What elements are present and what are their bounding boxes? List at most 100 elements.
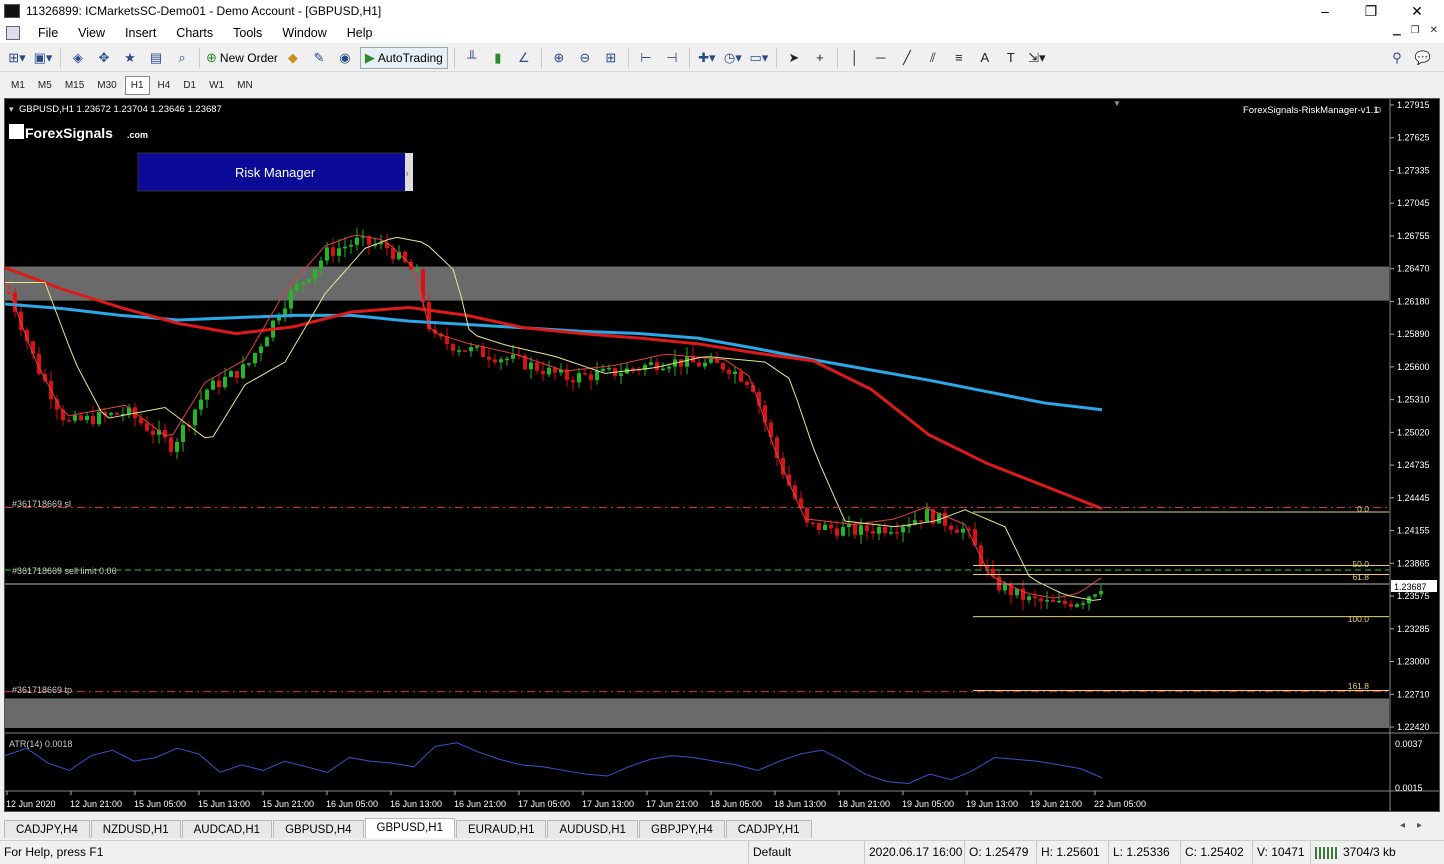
- gold-icon[interactable]: ◆: [282, 47, 304, 69]
- menu-bar: File View Insert Charts Tools Window Hel…: [0, 22, 1444, 43]
- candle-body: [739, 371, 743, 382]
- price-tick-label: 1.24155: [1397, 526, 1430, 536]
- terminal-icon[interactable]: ▤: [145, 47, 167, 69]
- fib-label-0: 0.0: [1357, 504, 1369, 514]
- mdi-minimize-icon[interactable]: ▁: [1393, 25, 1401, 36]
- timeframe-m15[interactable]: M15: [60, 77, 89, 94]
- tile-windows-icon[interactable]: ⊞: [600, 47, 622, 69]
- strategy-tester-icon[interactable]: ⌕: [171, 47, 193, 69]
- tab-gbpusd-h4[interactable]: GBPUSD,H4: [273, 820, 364, 838]
- menu-insert[interactable]: Insert: [115, 26, 166, 40]
- arrows-icon[interactable]: ⇲▾: [1026, 47, 1048, 69]
- bar-chart-icon[interactable]: ╨: [461, 47, 483, 69]
- candle-body: [85, 415, 89, 421]
- new-order-button[interactable]: ⊕ New Order: [206, 47, 278, 69]
- candle-body: [547, 367, 551, 375]
- search-icon[interactable]: ⚲: [1386, 47, 1408, 69]
- timeframe-h1[interactable]: H1: [124, 75, 150, 95]
- timeframe-h4[interactable]: H4: [153, 77, 176, 94]
- chart-shift-icon[interactable]: ⊢: [635, 47, 657, 69]
- risk-manager-button[interactable]: Risk Manager ›: [137, 152, 413, 192]
- horizontal-line-icon[interactable]: ─: [870, 47, 892, 69]
- candlestick-icon[interactable]: ▮: [487, 47, 509, 69]
- candle-body: [709, 358, 713, 363]
- signals-icon[interactable]: ◉: [334, 47, 356, 69]
- zoom-in-icon[interactable]: ⊕: [548, 47, 570, 69]
- data-window-icon[interactable]: ✥: [93, 47, 115, 69]
- price-tick-label: 1.22420: [1397, 722, 1430, 732]
- tab-scroll-icon[interactable]: ◂▸: [1400, 820, 1434, 831]
- toolbar-separator: [453, 47, 455, 68]
- timeframe-m5[interactable]: M5: [33, 77, 57, 94]
- timeframe-m30[interactable]: M30: [92, 77, 121, 94]
- tab-gbpjpy-h4[interactable]: GBPJPY,H4: [638, 820, 725, 838]
- autotrading-label: AutoTrading: [377, 50, 443, 65]
- chart-window[interactable]: 1.27915 1.27625 1.27335 1.27045 1.26755 1.264…: [4, 98, 1440, 812]
- close-button[interactable]: ✕: [1394, 0, 1440, 22]
- toolbar-separator: [627, 47, 629, 68]
- menu-view[interactable]: View: [68, 26, 115, 40]
- time-tick-label: 18 Jun 05:00: [710, 799, 762, 809]
- maximize-button[interactable]: ❐: [1348, 0, 1394, 22]
- candle-body: [1021, 588, 1025, 601]
- atr-layer: [4, 742, 1103, 784]
- menu-help[interactable]: Help: [337, 26, 383, 40]
- tab-cadjpy-h1[interactable]: CADJPY,H1: [725, 820, 812, 838]
- price-tick-label: 1.22710: [1397, 689, 1430, 699]
- candle-body: [247, 363, 251, 365]
- market-watch-icon[interactable]: ◈: [67, 47, 89, 69]
- mdi-restore-icon[interactable]: ❐: [1411, 25, 1420, 36]
- tab-nzdusd-h1[interactable]: NZDUSD,H1: [90, 820, 181, 838]
- status-datetime: 2020.06.17 16:00: [864, 841, 964, 864]
- profiles-icon[interactable]: ▣▾: [32, 47, 54, 69]
- tab-gbpusd-h1[interactable]: GBPUSD,H1: [364, 818, 456, 838]
- status-volume: V: 10471: [1252, 841, 1310, 864]
- timeframe-d1[interactable]: D1: [178, 77, 201, 94]
- cursor-icon[interactable]: ➤: [783, 47, 805, 69]
- new-chart-icon[interactable]: ⊞▾: [6, 47, 28, 69]
- mdi-close-icon[interactable]: ✕: [1430, 25, 1438, 36]
- line-chart-icon[interactable]: ∠: [513, 47, 535, 69]
- trendline-icon[interactable]: ╱: [896, 47, 918, 69]
- chart-menu-arrow-icon[interactable]: ▾: [9, 104, 14, 114]
- equidistant-channel-icon[interactable]: ⫽: [922, 47, 944, 69]
- tab-audusd-h1[interactable]: AUDUSD,H1: [547, 820, 638, 838]
- timeframe-m1[interactable]: M1: [6, 77, 30, 94]
- indicators-icon[interactable]: ✚▾: [696, 47, 718, 69]
- text-icon[interactable]: A: [974, 47, 996, 69]
- status-connection[interactable]: 3704/3 kb: [1310, 841, 1444, 864]
- chat-icon[interactable]: 💬: [1412, 47, 1434, 69]
- candle-body: [655, 362, 659, 370]
- autoscroll-icon[interactable]: ⊣: [661, 47, 683, 69]
- smiley-icon: ☺: [1373, 105, 1383, 116]
- candle-body: [667, 366, 671, 369]
- timeframe-mn[interactable]: MN: [232, 77, 258, 94]
- tab-audcad-h1[interactable]: AUDCAD,H1: [181, 820, 273, 838]
- text-label-icon[interactable]: T: [1000, 47, 1022, 69]
- menu-window[interactable]: Window: [272, 26, 336, 40]
- minimize-button[interactable]: –: [1302, 0, 1348, 22]
- tab-euraud-h1[interactable]: EURAUD,H1: [456, 820, 547, 838]
- candle-body: [91, 415, 95, 425]
- menu-charts[interactable]: Charts: [166, 26, 223, 40]
- autotrading-button[interactable]: ▶ AutoTrading: [359, 46, 448, 69]
- vertical-line-icon[interactable]: │: [844, 47, 866, 69]
- crosshair-icon[interactable]: +: [809, 47, 831, 69]
- timeframe-w1[interactable]: W1: [204, 77, 229, 94]
- price-chart[interactable]: 1.27915 1.27625 1.27335 1.27045 1.26755 1.264…: [4, 99, 1439, 811]
- fib-label-100: 100.0: [1348, 614, 1370, 624]
- menu-tools[interactable]: Tools: [223, 26, 272, 40]
- moving-average-red: [4, 266, 1103, 511]
- templates-icon[interactable]: ▭▾: [748, 47, 770, 69]
- tab-cadjpy-h4[interactable]: CADJPY,H4: [4, 820, 90, 838]
- status-profile[interactable]: Default: [748, 841, 864, 864]
- metaeditor-icon[interactable]: ✎: [308, 47, 330, 69]
- time-tick-label: 17 Jun 05:00: [518, 799, 570, 809]
- price-tick-label: 1.25310: [1397, 395, 1430, 405]
- navigator-icon[interactable]: ★: [119, 47, 141, 69]
- menu-file[interactable]: File: [28, 26, 68, 40]
- periods-icon[interactable]: ◷▾: [722, 47, 744, 69]
- supply-zone: [5, 266, 1389, 301]
- fibonacci-icon[interactable]: ≡: [948, 47, 970, 69]
- zoom-out-icon[interactable]: ⊖: [574, 47, 596, 69]
